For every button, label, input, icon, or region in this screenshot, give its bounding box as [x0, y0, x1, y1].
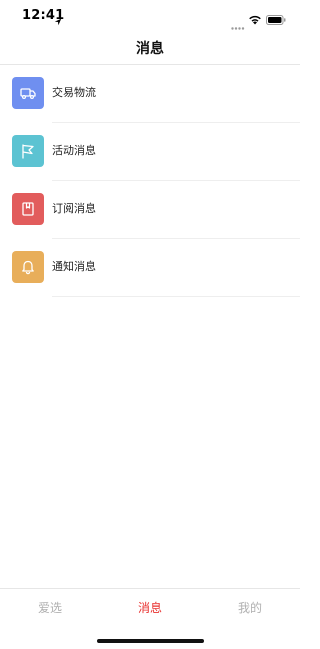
location-arrow-icon [54, 11, 62, 30]
nav-bar: 消息 [0, 32, 300, 65]
home-indicator [97, 639, 204, 643]
tab-aixuan[interactable]: 爱选 [20, 599, 80, 616]
list-item-activity-messages[interactable]: 活动消息 [0, 123, 300, 181]
truck-icon [12, 77, 44, 109]
list-item-label: 活动消息 [52, 144, 96, 157]
flag-icon [12, 135, 44, 167]
list-item-label: 通知消息 [52, 260, 96, 273]
list-item-label: 订阅消息 [52, 202, 96, 215]
tab-mine[interactable]: 我的 [220, 599, 280, 616]
list-item-notification-messages[interactable]: 通知消息 [0, 239, 300, 297]
tab-messages[interactable]: 消息 [120, 599, 180, 616]
message-list: 交易物流 活动消息 订阅消息 通知消息 [0, 65, 300, 297]
divider [52, 296, 300, 297]
wifi-icon [248, 10, 262, 29]
list-item-label: 交易物流 [52, 86, 96, 99]
list-item-trade-logistics[interactable]: 交易物流 [0, 65, 300, 123]
screen: 12:41 消息 交易物流 活动消息 订阅消息 通知消息 爱选 消息 我的 [0, 0, 300, 649]
page-title: 消息 [136, 41, 164, 57]
list-item-subscription-messages[interactable]: 订阅消息 [0, 181, 300, 239]
status-bar: 12:41 [0, 0, 300, 32]
battery-icon [266, 10, 286, 29]
bell-icon [12, 251, 44, 283]
bookmark-icon [12, 193, 44, 225]
